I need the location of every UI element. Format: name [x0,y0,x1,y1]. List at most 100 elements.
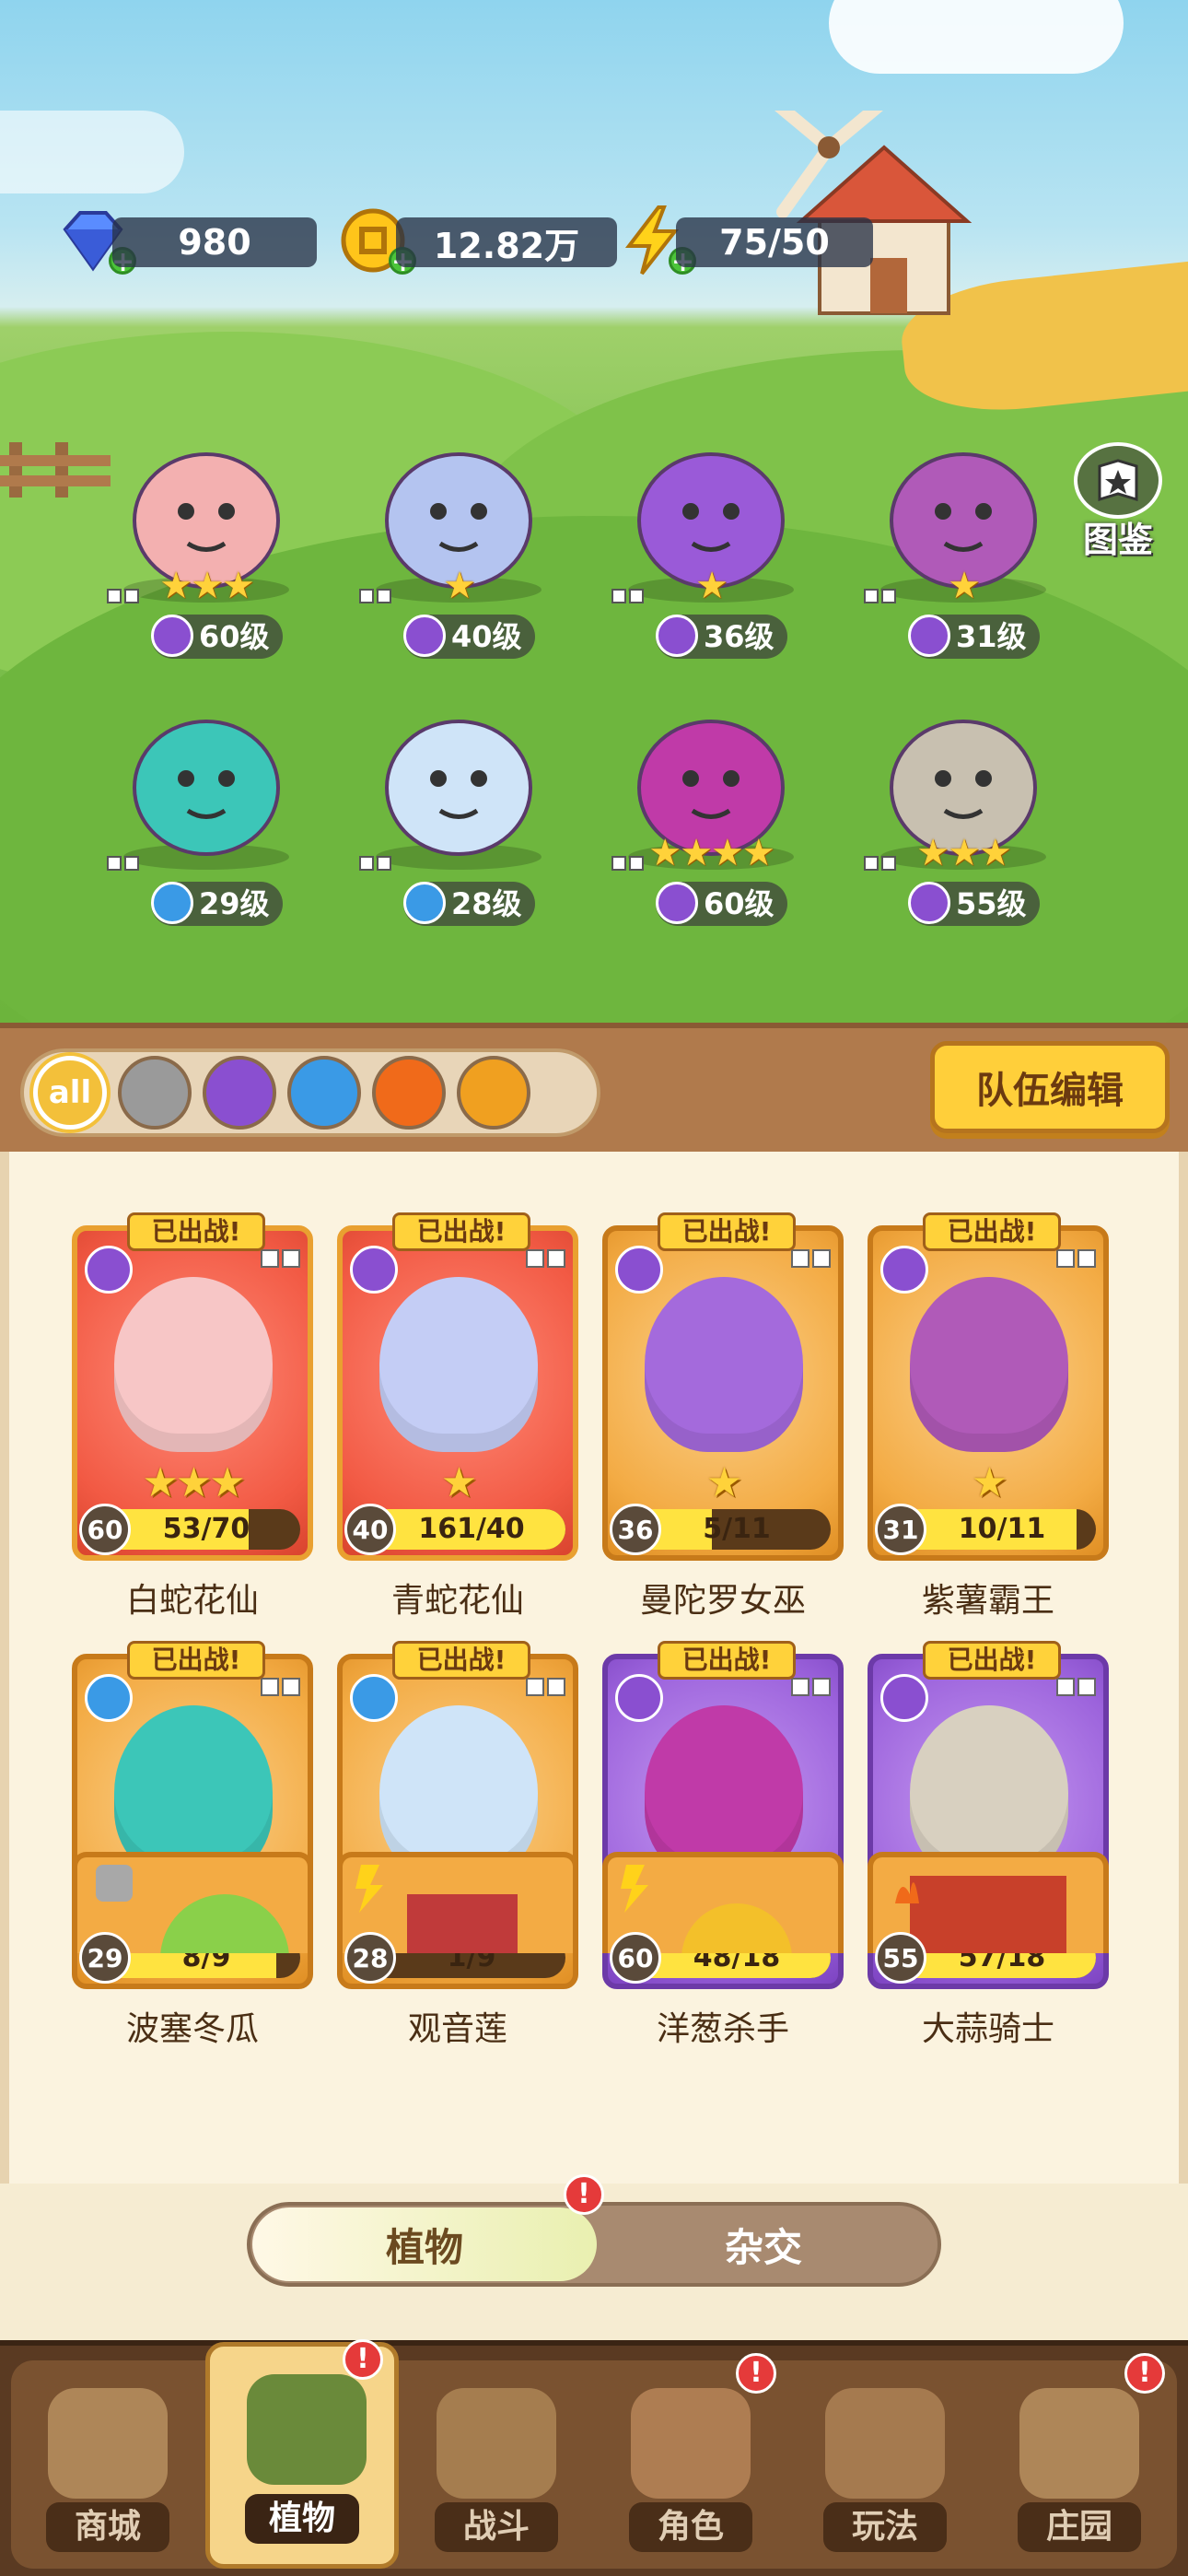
purple-element-icon [85,1246,133,1294]
nav-label: 庄园 [1018,2502,1141,2552]
gameplay-icon [825,2388,945,2499]
nav-label: 战斗 [435,2502,558,2552]
filter-sword-icon[interactable] [118,1056,192,1130]
nav-manor[interactable]: 庄园 ! [983,2353,1176,2569]
nav-label: 角色 [629,2502,752,2552]
slot-indicator [523,1678,565,1696]
filter-lightning-icon[interactable] [457,1056,530,1130]
filter-water-icon[interactable] [287,1056,361,1130]
purple-element-icon [615,1674,663,1722]
star-rating: ★★★ [916,832,1012,874]
character-sprite [376,720,542,870]
water-element-icon [350,1674,398,1722]
slot-indicator [1054,1678,1096,1696]
plant-card[interactable]: 已出战! ★ 10/11 31 紫薯霸王 [868,1212,1109,1620]
plant-portrait [645,1277,803,1452]
plant-name: 紫薯霸王 [921,1582,1054,1620]
purple-element-icon [880,1246,928,1294]
nav-character[interactable]: 角色 ! [594,2353,787,2569]
plant-name: 白蛇花仙 [125,1582,259,1620]
slot-indicator [107,856,140,871]
plant-name: 洋葱杀手 [656,2010,789,2048]
plant-name: 曼陀罗女巫 [639,1582,806,1620]
gem-count: 980 [112,217,317,267]
shop-icon [48,2388,168,2499]
slot-indicator [258,1249,300,1268]
plant-name: 观音莲 [407,2010,507,2048]
field-character[interactable]: ★★★ 55级 [844,650,1083,926]
water-element-icon [151,882,193,924]
star-rating: ★★★ [159,565,255,607]
plant-level: 28 [344,1932,396,1984]
roster-toolbar: all 队伍编辑 [0,1023,1188,1152]
bottom-nav-bar: 商城 植物 ! 战斗 角色 ! 玩法 庄园 ! [11,2339,1177,2569]
deployed-badge: 已出战! [923,1641,1061,1680]
plant-level: 60 [610,1932,661,1984]
plant-card[interactable]: 已出战! ★★★ 53/70 60 白蛇花仙 [72,1212,313,1620]
slot-indicator [523,1249,565,1268]
plant-portrait [114,1277,273,1452]
plant-portrait [910,1277,1068,1452]
purple-element-icon [350,1246,398,1294]
star-rating: ★ [971,1459,1007,1506]
character-sprite [123,720,289,870]
plant-name: 青蛇花仙 [390,1582,524,1620]
purple-element-icon [615,1246,663,1294]
star-rating: ★ [705,1459,742,1506]
star-rating: ★★★★ [648,832,775,874]
star-rating: ★ [695,565,728,607]
water-element-icon [403,882,446,924]
windmill-house [775,111,973,315]
plant-level: 55 [875,1932,926,1984]
water-element-icon [85,1674,133,1722]
plant-card[interactable]: 已出战! ★ 161/40 40 青蛇花仙 [337,1212,578,1620]
segment-plants[interactable]: 植物 [252,2207,597,2281]
filter-all[interactable]: all [33,1056,107,1130]
star-rating: ★ [443,565,476,607]
field-character[interactable]: ★ 40级 [339,382,578,659]
manor-icon [1019,2388,1139,2499]
deployed-badge: 已出战! [392,1641,530,1680]
nav-battle[interactable]: 战斗 [400,2360,593,2569]
nav-label: 植物 [245,2494,359,2544]
nav-shop[interactable]: 商城 [11,2360,204,2569]
field-character[interactable]: ★★★ 60级 [87,382,326,659]
field-character[interactable]: ★ 36级 [591,382,831,659]
character-icon [631,2388,751,2499]
slot-indicator [1054,1249,1096,1268]
nav-plants[interactable]: 植物 ! [205,2339,399,2569]
plants-icon [247,2374,367,2485]
slot-indicator [788,1249,831,1268]
field-character[interactable]: 29级 [87,650,326,926]
plant-level: 31 [875,1504,926,1555]
star-rating: ★★★ [142,1459,245,1506]
filter-fire-icon[interactable] [372,1056,446,1130]
nav-gameplay[interactable]: 玩法 [788,2360,982,2569]
plant-portrait [379,1277,538,1452]
coin-count: 12.82万 [396,217,617,267]
slot-indicator [258,1678,300,1696]
alert-icon: ! [1124,2353,1165,2394]
roster-segment-control: 植物 杂交 [247,2202,941,2287]
team-edit-button[interactable]: 队伍编辑 [930,1041,1170,1133]
filter-potion-icon[interactable] [203,1056,276,1130]
nav-label: 玩法 [823,2502,947,2552]
alert-icon: ! [343,2339,383,2380]
nav-label: 商城 [46,2502,169,2552]
battle-icon [437,2388,556,2499]
segment-hybrid[interactable]: 杂交 [591,2207,936,2281]
plant-level: 60 [79,1504,131,1555]
purple-element-icon [908,882,950,924]
cloud [0,111,184,193]
purple-element-icon [656,882,698,924]
plant-level: 40 [344,1504,396,1555]
star-rating: ★ [440,1459,477,1506]
element-filter-bar: all [20,1048,600,1137]
field-character[interactable]: ★★★★ 60级 [591,650,831,926]
plant-name: 大蒜骑士 [921,2010,1054,2048]
field-character[interactable]: ★ 31级 [844,382,1083,659]
field-character[interactable]: 28级 [339,650,578,926]
plant-card[interactable]: 已出战! ★ 5/11 36 曼陀罗女巫 [602,1212,844,1620]
deployed-badge: 已出战! [392,1212,530,1251]
deployed-badge: 已出战! [923,1212,1061,1251]
